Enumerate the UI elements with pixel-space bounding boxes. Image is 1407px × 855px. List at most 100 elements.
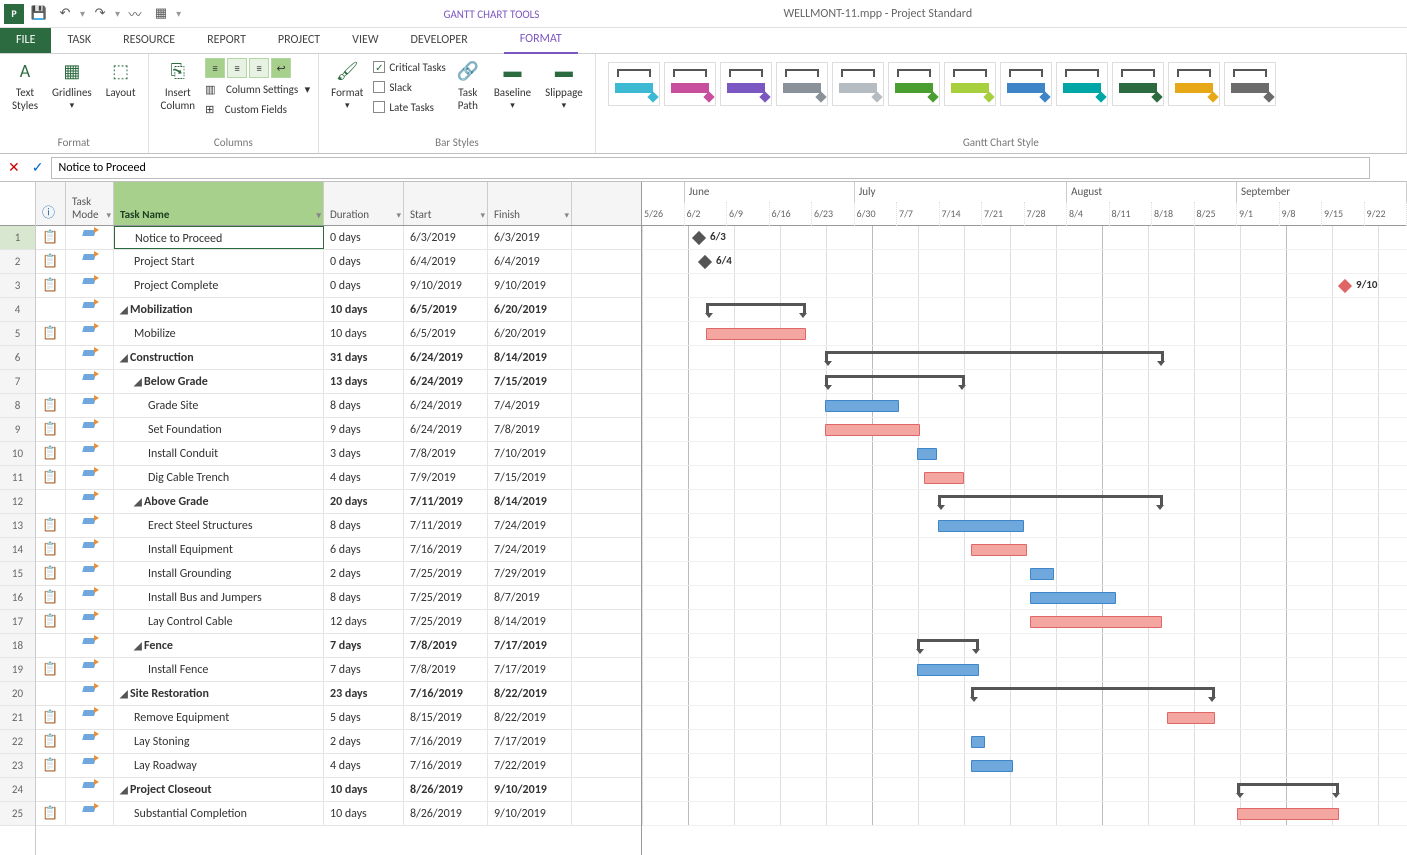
table-row[interactable]: 📋Dig Cable Trench4 days7/9/20197/15/2019 [36,466,641,490]
duration-cell[interactable]: 7 days [324,658,404,681]
table-row[interactable]: ◢Site Restoration23 days7/16/20198/22/20… [36,682,641,706]
format-bars-button[interactable]: 🖌Format▾ [327,58,367,114]
critical-tasks-checkbox[interactable]: ✓Critical Tasks [373,58,445,76]
task-name-cell[interactable]: ◢Construction [114,346,324,369]
tab-task[interactable]: TASK [51,28,107,53]
gantt-row[interactable] [642,442,1407,466]
gantt-row[interactable] [642,682,1407,706]
finish-cell[interactable]: 9/10/2019 [488,802,572,825]
finish-cell[interactable]: 7/8/2019 [488,418,572,441]
task-bar[interactable] [924,472,964,484]
task-name-cell[interactable]: Set Foundation [114,418,324,441]
start-cell[interactable]: 6/3/2019 [404,226,488,249]
table-row[interactable]: ◢Fence7 days7/8/20197/17/2019 [36,634,641,658]
gantt-row[interactable] [642,298,1407,322]
gantt-style-swatch[interactable] [888,62,940,106]
milestone-diamond[interactable] [698,255,712,269]
duration-cell[interactable]: 13 days [324,370,404,393]
row-number[interactable]: 14 [0,538,35,562]
table-row[interactable]: 📋Install Fence7 days7/8/20197/17/2019 [36,658,641,682]
duration-cell[interactable]: 4 days [324,466,404,489]
summary-bracket[interactable] [917,639,979,649]
custom-fields-button[interactable]: ⊞ Custom Fields [205,100,310,118]
tab-view[interactable]: VIEW [336,28,394,53]
table-row[interactable]: ◢Above Grade20 days7/11/20198/14/2019 [36,490,641,514]
task-name-cell[interactable]: Install Fence [114,658,324,681]
row-number[interactable]: 16 [0,586,35,610]
align-right-icon[interactable]: ≡ [249,58,269,78]
finish-cell[interactable]: 8/14/2019 [488,346,572,369]
duration-cell[interactable]: 10 days [324,322,404,345]
task-bar[interactable] [1030,592,1116,604]
save-icon[interactable]: 💾 [28,3,50,25]
tab-file[interactable]: FILE [0,28,51,53]
duration-cell[interactable]: 10 days [324,802,404,825]
gantt-chart[interactable]: JuneJulyAugustSeptember 5/266/26/96/166/… [642,182,1407,855]
start-cell[interactable]: 7/9/2019 [404,466,488,489]
finish-cell[interactable]: 7/24/2019 [488,514,572,537]
gantt-row[interactable] [642,346,1407,370]
row-number[interactable]: 11 [0,466,35,490]
task-name-header[interactable]: Task Name▾ [114,182,324,225]
gantt-style-swatch[interactable] [944,62,996,106]
duration-cell[interactable]: 7 days [324,634,404,657]
gantt-style-swatch[interactable] [832,62,884,106]
task-name-cell[interactable]: Substantial Completion [114,802,324,825]
row-number[interactable]: 10 [0,442,35,466]
table-row[interactable]: ◢Below Grade13 days6/24/20197/15/2019 [36,370,641,394]
undo-icon[interactable]: ↶ [54,3,76,25]
gantt-row[interactable] [642,538,1407,562]
gantt-row[interactable] [642,490,1407,514]
row-number[interactable]: 6 [0,346,35,370]
finish-cell[interactable]: 7/24/2019 [488,538,572,561]
start-cell[interactable]: 6/24/2019 [404,394,488,417]
row-number[interactable]: 5 [0,322,35,346]
finish-cell[interactable]: 7/22/2019 [488,754,572,777]
collapse-caret-icon[interactable]: ◢ [134,634,144,657]
table-row[interactable]: 📋Install Equipment6 days7/16/20197/24/20… [36,538,641,562]
summary-bracket[interactable] [971,687,1215,697]
task-name-cell[interactable]: ◢Site Restoration [114,682,324,705]
gantt-row[interactable] [642,610,1407,634]
table-row[interactable]: 📋Remove Equipment5 days8/15/20198/22/201… [36,706,641,730]
collapse-caret-icon[interactable]: ◢ [134,370,144,393]
redo-icon[interactable]: ↷ [89,3,111,25]
gantt-row[interactable] [642,754,1407,778]
finish-cell[interactable]: 7/15/2019 [488,466,572,489]
summary-bracket[interactable] [938,495,1163,505]
start-cell[interactable]: 7/16/2019 [404,682,488,705]
gantt-row[interactable] [642,466,1407,490]
start-cell[interactable]: 6/5/2019 [404,298,488,321]
table-row[interactable]: 📋Mobilize10 days6/5/20196/20/2019 [36,322,641,346]
gantt-row[interactable] [642,586,1407,610]
task-name-cell[interactable]: Lay Stoning [114,730,324,753]
duration-cell[interactable]: 23 days [324,682,404,705]
qat-dropdown-icon[interactable]: ▾ [80,7,85,20]
table-row[interactable]: 📋Project Complete0 days9/10/20199/10/201… [36,274,641,298]
duration-cell[interactable]: 4 days [324,754,404,777]
task-bar[interactable] [1030,568,1054,580]
task-bar[interactable] [1237,808,1339,820]
task-name-cell[interactable]: ◢Mobilization [114,298,324,321]
row-number[interactable]: 18 [0,634,35,658]
gridlines-button[interactable]: ▦Gridlines▾ [48,58,96,114]
task-name-cell[interactable]: Remove Equipment [114,706,324,729]
gantt-row[interactable] [642,418,1407,442]
summary-bracket[interactable] [1237,783,1339,793]
task-bar[interactable] [971,544,1027,556]
task-path-button[interactable]: 🔗Task Path [452,58,484,114]
finish-cell[interactable]: 7/17/2019 [488,658,572,681]
row-number[interactable]: 20 [0,682,35,706]
duration-cell[interactable]: 20 days [324,490,404,513]
task-name-cell[interactable]: Dig Cable Trench [114,466,324,489]
text-styles-button[interactable]: AText Styles [8,58,42,114]
task-name-cell[interactable]: Install Conduit [114,442,324,465]
duration-cell[interactable]: 6 days [324,538,404,561]
task-bar[interactable] [938,520,1024,532]
alignment-buttons[interactable]: ≡ ≡ ≡ ↩ [205,58,310,78]
start-cell[interactable]: 9/10/2019 [404,274,488,297]
collapse-caret-icon[interactable]: ◢ [120,298,130,321]
table-row[interactable]: 📋Erect Steel Structures8 days7/11/20197/… [36,514,641,538]
chevron-down-icon[interactable]: ▾ [396,210,401,221]
duration-cell[interactable]: 31 days [324,346,404,369]
